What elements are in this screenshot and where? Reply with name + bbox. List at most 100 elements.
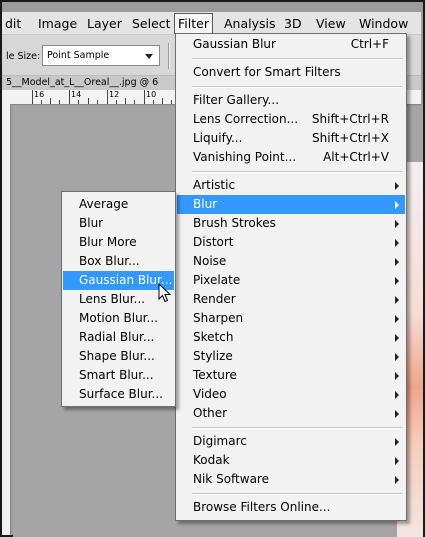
menu-item-other[interactable]: Other	[177, 404, 405, 423]
menu-image[interactable]: Image	[35, 15, 80, 32]
menu-item-label: Browse Filters Online...	[193, 500, 331, 514]
ruler-tick	[78, 100, 79, 104]
ruler-tick	[59, 100, 60, 104]
chevron-right-icon	[395, 220, 399, 228]
chevron-right-icon	[395, 353, 399, 361]
menu-edit[interactable]: dit	[2, 15, 24, 32]
menu-select[interactable]: Select	[129, 15, 174, 32]
menu-item-label: Noise	[193, 254, 227, 268]
chevron-right-icon	[395, 334, 399, 342]
menu-item-browse-filters-online[interactable]: Browse Filters Online...	[177, 498, 405, 517]
menu-item-label: Distort	[193, 235, 234, 249]
ruler-tick	[116, 100, 117, 104]
menu-item-radial-blur[interactable]: Radial Blur...	[63, 328, 174, 347]
chevron-right-icon	[395, 258, 399, 266]
menu-item-texture[interactable]: Texture	[177, 366, 405, 385]
menu-item-label: Digimarc	[193, 434, 247, 448]
chevron-right-icon	[395, 476, 399, 484]
menu-item-filter-gallery[interactable]: Filter Gallery...	[177, 91, 405, 110]
chevron-right-icon	[395, 372, 399, 380]
menu-item-digimarc[interactable]: Digimarc	[177, 432, 405, 451]
menu-analysis[interactable]: Analysis	[221, 15, 279, 32]
ruler-label: 12	[109, 90, 120, 99]
menu-item-pixelate[interactable]: Pixelate	[177, 271, 405, 290]
ruler-label: 10	[146, 90, 157, 99]
menu-item-label: Pixelate	[193, 273, 241, 287]
menu-item-label: Motion Blur...	[79, 311, 158, 325]
menu-item-shortcut: Shift+Ctrl+X	[312, 131, 389, 145]
ruler-tick	[144, 90, 145, 104]
menu-item-sketch[interactable]: Sketch	[177, 328, 405, 347]
menu-view[interactable]: View	[313, 15, 349, 32]
ruler-tick	[50, 98, 51, 104]
menu-item-lens-correction[interactable]: Lens Correction... Shift+Ctrl+R	[177, 110, 405, 129]
menu-item-smart-blur[interactable]: Smart Blur...	[63, 366, 174, 385]
menu-item-label: Video	[193, 387, 227, 401]
menu-filter[interactable]: Filter	[174, 13, 213, 34]
menu-item-noise[interactable]: Noise	[177, 252, 405, 271]
sample-size-value: Point Sample	[47, 50, 110, 61]
menu-item-label: Render	[193, 292, 236, 306]
menu-item-label: Average	[79, 197, 129, 211]
menu-divider	[192, 171, 402, 173]
menu-item-box-blur[interactable]: Box Blur...	[63, 252, 174, 271]
chevron-right-icon	[395, 391, 399, 399]
sample-size-select[interactable]: Point Sample	[42, 45, 160, 66]
menu-item-nik-software[interactable]: Nik Software	[177, 470, 405, 489]
menu-item-vanishing-point[interactable]: Vanishing Point... Alt+Ctrl+V	[177, 148, 405, 167]
menu-item-video[interactable]: Video	[177, 385, 405, 404]
menu-layer[interactable]: Layer	[84, 15, 125, 32]
menu-item-label: Stylize	[193, 349, 233, 363]
menu-item-shape-blur[interactable]: Shape Blur...	[63, 347, 174, 366]
menu-item-label: Surface Blur...	[79, 387, 163, 401]
menu-item-sharpen[interactable]: Sharpen	[177, 309, 405, 328]
menu-item-brush-strokes[interactable]: Brush Strokes	[177, 214, 405, 233]
chevron-right-icon	[395, 296, 399, 304]
toolbar-divider	[168, 43, 169, 69]
menu-item-blur-filter[interactable]: Blur	[63, 214, 174, 233]
vertical-ruler	[2, 104, 11, 535]
menu-window[interactable]: Window	[356, 15, 411, 32]
menu-divider	[192, 427, 402, 429]
ruler-tick	[88, 98, 89, 104]
menu-item-average[interactable]: Average	[63, 195, 174, 214]
chevron-right-icon	[395, 182, 399, 190]
ruler-tick	[32, 90, 33, 104]
menu-item-blur-more[interactable]: Blur More	[63, 233, 174, 252]
chevron-right-icon	[395, 457, 399, 465]
menu-item-label: Sketch	[193, 330, 234, 344]
menu-item-label: Box Blur...	[79, 254, 140, 268]
chevron-right-icon	[395, 438, 399, 446]
menu-item-shortcut: Ctrl+F	[350, 37, 389, 51]
chevron-down-icon	[145, 54, 153, 59]
chevron-right-icon	[395, 239, 399, 247]
menu-item-render[interactable]: Render	[177, 290, 405, 309]
menu-item-kodak[interactable]: Kodak	[177, 451, 405, 470]
ruler-tick	[134, 100, 135, 104]
menu-item-label: Lens Blur...	[79, 292, 145, 306]
chevron-right-icon	[395, 410, 399, 418]
menu-item-label: Smart Blur...	[79, 368, 154, 382]
menu-3d[interactable]: 3D	[281, 15, 305, 32]
menu-item-convert-smart-filters[interactable]: Convert for Smart Filters	[177, 63, 405, 82]
ruler-tick	[107, 90, 108, 104]
menu-item-label: Gaussian Blur	[193, 37, 276, 51]
menu-item-gaussian-blur-last[interactable]: Gaussian Blur Ctrl+F	[177, 35, 405, 54]
menu-item-motion-blur[interactable]: Motion Blur...	[63, 309, 174, 328]
filter-menu: Gaussian Blur Ctrl+F Convert for Smart F…	[175, 33, 407, 521]
ruler-tick	[162, 98, 163, 104]
menu-item-artistic[interactable]: Artistic	[177, 176, 405, 195]
menu-item-liquify[interactable]: Liquify... Shift+Ctrl+X	[177, 129, 405, 148]
menu-item-distort[interactable]: Distort	[177, 233, 405, 252]
menu-item-blur[interactable]: Blur	[177, 195, 405, 214]
ruler-label: 14	[71, 90, 82, 99]
menu-item-label: Blur More	[79, 235, 137, 249]
ruler-tick	[171, 100, 172, 104]
menu-item-shortcut: Shift+Ctrl+R	[311, 112, 389, 126]
menu-item-label: Other	[193, 406, 228, 420]
menu-item-label: Vanishing Point...	[193, 150, 297, 164]
menu-item-stylize[interactable]: Stylize	[177, 347, 405, 366]
menu-item-surface-blur[interactable]: Surface Blur...	[63, 385, 174, 404]
menu-item-label: Liquify...	[193, 131, 243, 145]
menu-item-shortcut: Alt+Ctrl+V	[323, 150, 389, 164]
